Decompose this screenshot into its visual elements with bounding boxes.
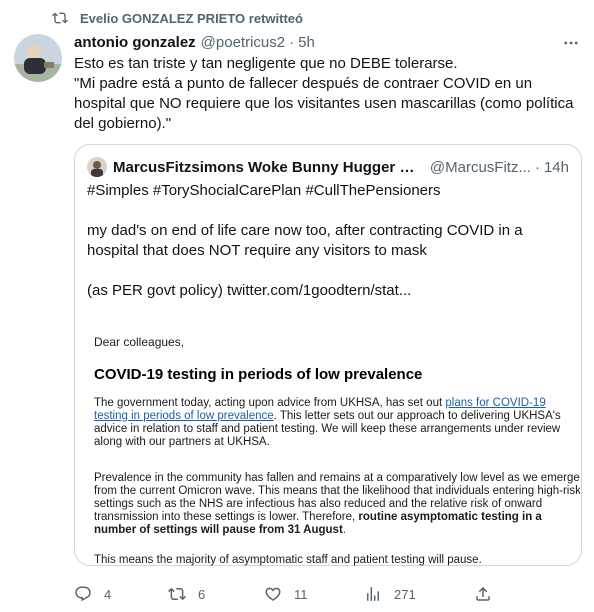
- letter-paragraph-3: This means the majority of asymptomatic …: [94, 554, 482, 566]
- tweet-text: Esto es tan triste y tan negligente que …: [74, 54, 584, 134]
- retweet-button[interactable]: 6: [168, 584, 205, 604]
- retweet-context-text[interactable]: Evelio GONZALEZ PRIETO retwitteó: [80, 11, 303, 26]
- share-button[interactable]: [474, 584, 504, 604]
- quoted-author-handle: @MarcusFitz...: [429, 158, 531, 176]
- letter-greeting: Dear colleagues,: [94, 335, 185, 349]
- quoted-tweet-header: MarcusFitzsimons Woke Bunny Hugger Gre..…: [87, 157, 569, 177]
- retweet-count: 6: [198, 586, 206, 602]
- analytics-icon: [367, 587, 379, 601]
- quoted-para1: my dad's on end of life care now too, af…: [87, 222, 523, 259]
- quoted-separator: ·: [534, 158, 540, 176]
- author-name[interactable]: antonio gonzalez: [74, 34, 196, 51]
- letter-paragraph-2: Prevalence in the community has fallen a…: [94, 472, 580, 537]
- retweet-action-icon: [168, 587, 186, 601]
- avatar[interactable]: [14, 34, 62, 82]
- quoted-tweet-text: #Simples #ToryShocialCarePlan #CullThePe…: [87, 181, 571, 321]
- quoted-para2: (as PER govt policy) twitter.com/1goodte…: [87, 282, 412, 299]
- reply-count: 4: [104, 586, 112, 602]
- reply-icon: [75, 586, 91, 602]
- quoted-hashtags: #Simples #ToryShocialCarePlan #CullThePe…: [87, 182, 441, 199]
- letter-image[interactable]: Dear colleagues, COVID-19 testing in per…: [86, 322, 580, 567]
- letter-title: COVID-19 testing in periods of low preva…: [94, 366, 423, 383]
- views-count: 271: [394, 586, 416, 602]
- views-button[interactable]: 271: [364, 584, 416, 604]
- retweet-icon: [52, 10, 68, 26]
- like-button[interactable]: 11: [264, 584, 308, 604]
- letter-paragraph-1: The government today, acting upon advice…: [94, 397, 580, 449]
- quoted-time: 14h: [543, 158, 569, 176]
- tweet-text-line2: "Mi padre está a punto de fallecer despu…: [74, 75, 574, 132]
- separator: ·: [289, 33, 295, 51]
- like-count: 11: [294, 586, 308, 602]
- tweet-text-line1: Esto es tan triste y tan negligente que …: [74, 55, 458, 72]
- action-bar: 4 6 11 271: [74, 584, 584, 604]
- reply-button[interactable]: 4: [74, 584, 111, 604]
- tweet-time[interactable]: 5h: [298, 34, 315, 51]
- quoted-author-name: MarcusFitzsimons Woke Bunny Hugger Gre..…: [113, 158, 426, 176]
- letter-p2-end: .: [342, 524, 346, 536]
- quoted-avatar: [87, 157, 107, 177]
- letter-p1-text: The government today, acting upon advice…: [94, 397, 446, 409]
- tweet-header: antonio gonzalez @poetricus2 · 5h: [74, 32, 580, 52]
- author-handle[interactable]: @poetricus2: [201, 34, 285, 51]
- heart-icon: [265, 587, 281, 601]
- share-icon: [476, 586, 490, 601]
- more-options-icon[interactable]: [562, 34, 580, 52]
